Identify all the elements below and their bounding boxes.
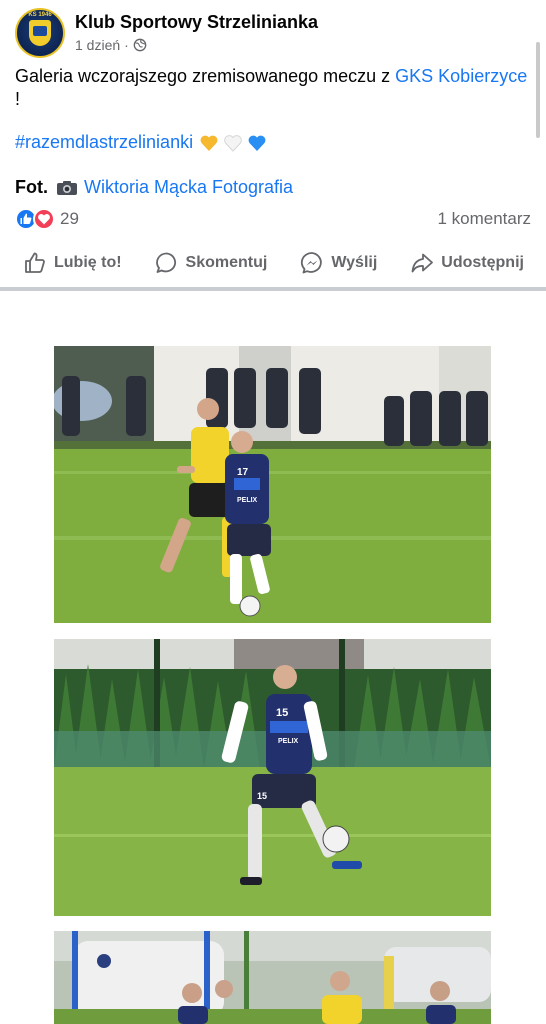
photo-3-image bbox=[54, 931, 491, 1024]
send-button-label: Wyślij bbox=[331, 254, 378, 271]
send-button[interactable]: Wyślij bbox=[299, 250, 377, 276]
messenger-icon bbox=[301, 252, 323, 274]
love-reaction-icon bbox=[33, 208, 55, 230]
photo-gallery: 17 PELIX 15 PELIX 15 bbox=[0, 291, 546, 1024]
jersey-number-15: 15 bbox=[276, 707, 288, 719]
camera-icon bbox=[57, 180, 77, 195]
hashtag-link[interactable]: #razemdlastrzelinianki bbox=[15, 132, 193, 153]
post-header: KS 1946 Klub Sportowy Strzelinianka 1 dz… bbox=[0, 0, 546, 60]
page-avatar[interactable]: KS 1946 bbox=[15, 8, 65, 58]
photo-credit: Fot. Wiktoria Mącka Fotografia bbox=[15, 177, 293, 198]
comment-icon bbox=[155, 252, 176, 273]
avatar-text: KS 1946 bbox=[28, 12, 52, 18]
yellow-heart-icon bbox=[200, 135, 218, 151]
actions-row: Lubię to! Skomentuj Wyślij Udostępnij bbox=[0, 244, 546, 282]
reactions-row: 29 1 komentarz bbox=[15, 206, 531, 232]
mention-link[interactable]: GKS Kobierzyce bbox=[395, 66, 527, 86]
comment-button[interactable]: Skomentuj bbox=[154, 250, 268, 276]
like-button-label: Lubię to! bbox=[54, 254, 122, 271]
share-arrow-icon bbox=[411, 253, 434, 273]
match-photo-2[interactable]: 15 PELIX 15 bbox=[54, 639, 491, 916]
thumbs-up-icon bbox=[25, 252, 45, 273]
globe-icon bbox=[133, 38, 147, 52]
post-text-suffix: ! bbox=[15, 89, 21, 109]
shorts-number-15: 15 bbox=[257, 791, 267, 801]
match-photo-3[interactable] bbox=[54, 931, 491, 1024]
credit-name-link[interactable]: Wiktoria Mącka Fotografia bbox=[84, 177, 293, 198]
scrollbar[interactable] bbox=[536, 42, 540, 138]
share-button-label: Udostępnij bbox=[441, 254, 524, 271]
match-photo-1[interactable]: 17 PELIX bbox=[54, 346, 491, 623]
club-crest-icon bbox=[29, 20, 51, 46]
sponsor-text-1: PELIX bbox=[237, 497, 258, 504]
post-meta: 1 dzień · bbox=[75, 37, 147, 53]
hashtag-line: #razemdlastrzelinianki bbox=[15, 132, 267, 153]
page-name[interactable]: Klub Sportowy Strzelinianka bbox=[75, 12, 318, 33]
meta-separator: · bbox=[124, 37, 129, 53]
post-time[interactable]: 1 dzień bbox=[75, 37, 120, 53]
comments-count[interactable]: 1 komentarz bbox=[437, 209, 531, 229]
hearts-emoji bbox=[199, 133, 267, 153]
share-button[interactable]: Udostępnij bbox=[409, 250, 524, 276]
blue-heart-icon bbox=[248, 135, 266, 151]
photo-2-image: 15 PELIX 15 bbox=[54, 639, 491, 916]
reaction-icons[interactable] bbox=[15, 208, 57, 230]
post-text: Galeria wczorajszego zremisowanego meczu… bbox=[15, 65, 535, 111]
credit-label: Fot. bbox=[15, 177, 48, 197]
sponsor-text-2: PELIX bbox=[278, 738, 299, 745]
reaction-count[interactable]: 29 bbox=[60, 209, 79, 229]
post-text-prefix: Galeria wczorajszego zremisowanego meczu… bbox=[15, 66, 396, 86]
jersey-number-17: 17 bbox=[237, 467, 249, 478]
comment-button-label: Skomentuj bbox=[185, 254, 268, 271]
photo-1-image: 17 PELIX bbox=[54, 346, 491, 623]
like-button[interactable]: Lubię to! bbox=[22, 250, 122, 276]
white-heart-icon bbox=[224, 134, 242, 152]
